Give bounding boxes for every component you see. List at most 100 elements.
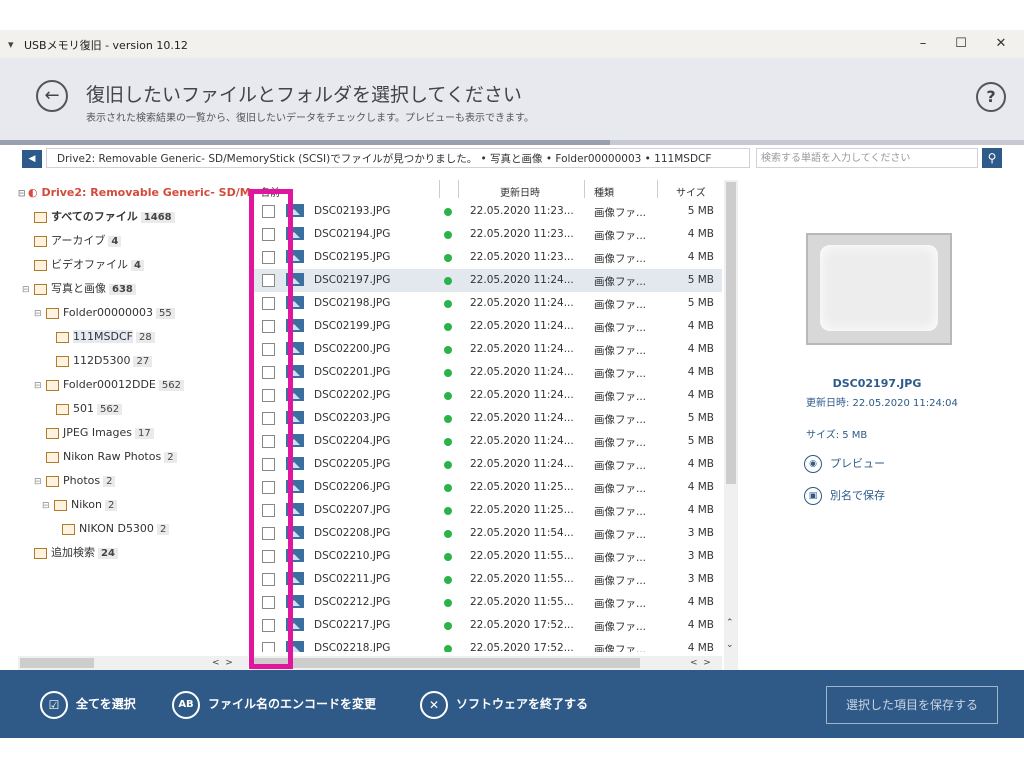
file-size: 5 MB xyxy=(687,297,714,309)
change-encoding-button[interactable]: AB ファイル名のエンコードを変更 xyxy=(172,690,376,719)
tree-item-folder00012dde[interactable]: ⊟ Folder00012DDE 562 xyxy=(34,376,184,394)
scroll-arrows-icon[interactable]: < > xyxy=(212,658,233,668)
select-all-button[interactable]: ☑ 全てを選択 xyxy=(40,690,136,719)
tree-item-111msdcf[interactable]: 111MSDCF 28 xyxy=(54,328,155,346)
maximize-button[interactable]: ☐ xyxy=(946,34,976,54)
scrollbar-thumb[interactable] xyxy=(254,658,640,668)
tree-item-additional-search[interactable]: 追加検索 24 xyxy=(32,544,118,562)
tree-item-jpeg-images[interactable]: JPEG Images 17 xyxy=(44,424,154,442)
file-kind: 画像ファ... xyxy=(594,575,647,587)
file-date: 22.05.2020 11:25... xyxy=(470,481,574,493)
folder-icon xyxy=(34,211,47,223)
tree-item-nikon[interactable]: ⊟ Nikon 2 xyxy=(42,496,118,515)
table-row[interactable]: DSC02208.JPG 22.05.2020 11:54... 画像ファ... 3 … xyxy=(252,522,722,545)
list-horizontal-scrollbar[interactable] xyxy=(252,656,722,670)
table-row[interactable]: DSC02203.JPG 22.05.2020 11:24... 画像ファ... 5 … xyxy=(252,407,722,430)
tree-item-folder00000003[interactable]: ⊟ Folder00000003 55 xyxy=(34,304,175,322)
table-row[interactable]: DSC02207.JPG 22.05.2020 11:25... 画像ファ... 4 … xyxy=(252,499,722,522)
column-date[interactable]: 更新日時 xyxy=(500,184,540,199)
save-selected-button[interactable]: 選択した項目を保存する xyxy=(826,686,998,724)
column-separator xyxy=(584,180,585,198)
file-name: DSC02210.JPG xyxy=(314,550,391,562)
table-row[interactable]: DSC02201.JPG 22.05.2020 11:24... 画像ファ... 4 … xyxy=(252,361,722,384)
drive-icon: ◐ xyxy=(28,186,42,199)
tree-item-photos[interactable]: ⊟ Photos 2 xyxy=(34,472,116,491)
list-vertical-scrollbar[interactable] xyxy=(724,180,738,670)
help-icon[interactable]: ? xyxy=(976,82,1006,112)
status-dot-icon xyxy=(444,277,452,285)
file-name: DSC02198.JPG xyxy=(314,297,391,309)
table-row[interactable]: DSC02206.JPG 22.05.2020 11:25... 画像ファ... 4 … xyxy=(252,476,722,499)
file-kind: 画像ファ... xyxy=(594,506,647,518)
tree-item-drive[interactable]: ⊟ ◐ Drive2: Removable Generic- SD/M xyxy=(18,184,251,202)
collapse-icon[interactable]: ⊟ xyxy=(34,305,44,323)
status-dot-icon xyxy=(444,208,452,216)
quit-button[interactable]: ✕ ソフトウェアを終了する xyxy=(420,690,588,719)
collapse-icon[interactable]: ⊟ xyxy=(34,473,44,491)
status-dot-icon xyxy=(444,484,452,492)
folder-icon xyxy=(34,283,47,295)
table-row[interactable]: DSC02200.JPG 22.05.2020 11:24... 画像ファ... 4 … xyxy=(252,338,722,361)
file-date: 22.05.2020 11:24... xyxy=(470,343,574,355)
preview-modified: 更新日時: 22.05.2020 11:24:04 xyxy=(806,398,958,409)
collapse-icon[interactable]: ⊟ xyxy=(22,281,32,299)
status-dot-icon xyxy=(444,300,452,308)
file-list: DSC02193.JPG 22.05.2020 11:23... 画像ファ... 5 … xyxy=(252,200,722,652)
table-row[interactable]: DSC02199.JPG 22.05.2020 11:24... 画像ファ... 4 … xyxy=(252,315,722,338)
collapse-icon[interactable]: ⊟ xyxy=(42,497,52,515)
preview-image-content xyxy=(820,245,938,331)
folder-icon xyxy=(56,403,69,415)
scrollbar-thumb[interactable] xyxy=(726,182,736,484)
close-button[interactable]: ✕ xyxy=(986,34,1016,54)
file-name: DSC02199.JPG xyxy=(314,320,391,332)
tree-item-video[interactable]: ビデオファイル 4 xyxy=(32,256,144,274)
tree-item-nikon-raw-photos[interactable]: Nikon Raw Photos 2 xyxy=(44,448,177,466)
column-kind[interactable]: 種類 xyxy=(594,184,614,199)
scrollbar-thumb[interactable] xyxy=(20,658,94,668)
search-icon[interactable]: ⚲ xyxy=(982,148,1002,168)
status-dot-icon xyxy=(444,369,452,377)
scroll-arrows-icon[interactable]: < > xyxy=(690,658,711,668)
table-row[interactable]: DSC02211.JPG 22.05.2020 11:55... 画像ファ... 3 … xyxy=(252,568,722,591)
file-size: 4 MB xyxy=(687,481,714,493)
file-kind: 画像ファ... xyxy=(594,460,647,472)
tree-item-501[interactable]: 501 562 xyxy=(54,400,123,418)
table-row[interactable]: DSC02204.JPG 22.05.2020 11:24... 画像ファ... 5 … xyxy=(252,430,722,453)
file-size: 4 MB xyxy=(687,389,714,401)
table-row[interactable]: DSC02198.JPG 22.05.2020 11:24... 画像ファ... 5 … xyxy=(252,292,722,315)
table-row[interactable]: DSC02202.JPG 22.05.2020 11:24... 画像ファ... 4 … xyxy=(252,384,722,407)
status-dot-icon xyxy=(444,645,452,652)
table-row[interactable]: DSC02194.JPG 22.05.2020 11:23... 画像ファ... 4 … xyxy=(252,223,722,246)
tree-item-112d5300[interactable]: 112D5300 27 xyxy=(54,352,153,370)
table-row[interactable]: DSC02193.JPG 22.05.2020 11:23... 画像ファ... 5 … xyxy=(252,200,722,223)
tree-item-archive[interactable]: アーカイブ 4 xyxy=(32,232,122,250)
table-row[interactable]: DSC02197.JPG 22.05.2020 11:24... 画像ファ... 5 … xyxy=(252,269,722,292)
back-arrow-icon[interactable]: ← xyxy=(36,80,68,112)
preview-button[interactable]: ◉ プレビュー xyxy=(804,454,885,474)
collapse-icon[interactable]: ⊟ xyxy=(34,377,44,395)
scroll-down-icon[interactable]: ⌄ xyxy=(726,640,734,650)
file-size: 4 MB xyxy=(687,504,714,516)
file-date: 22.05.2020 11:55... xyxy=(470,596,574,608)
tree-item-all-files[interactable]: すべてのファイル 1468 xyxy=(32,208,175,226)
table-row[interactable]: DSC02217.JPG 22.05.2020 17:52... 画像ファ... 4 … xyxy=(252,614,722,637)
search-input[interactable]: 検索する単語を入力してください xyxy=(756,148,978,168)
table-row[interactable]: DSC02195.JPG 22.05.2020 11:23... 画像ファ... 4 … xyxy=(252,246,722,269)
app-logo-icon: ▾ xyxy=(8,38,14,51)
minimize-button[interactable]: – xyxy=(908,34,938,54)
save-as-button[interactable]: ▣ 別名で保存 xyxy=(804,486,885,506)
table-row[interactable]: DSC02205.JPG 22.05.2020 11:24... 画像ファ... 4 … xyxy=(252,453,722,476)
table-row[interactable]: DSC02212.JPG 22.05.2020 11:55... 画像ファ... 4 … xyxy=(252,591,722,614)
table-row[interactable]: DSC02210.JPG 22.05.2020 11:55... 画像ファ... 3 … xyxy=(252,545,722,568)
collapse-icon[interactable]: ⊟ xyxy=(18,185,28,203)
path-back-button[interactable]: ◀ xyxy=(22,150,42,168)
column-size[interactable]: サイズ xyxy=(676,184,706,199)
table-row[interactable]: DSC02218.JPG 22.05.2020 17:52... 画像ファ... 4 … xyxy=(252,637,722,652)
tree-item-photos-images[interactable]: ⊟ 写真と画像 638 xyxy=(22,280,136,298)
file-size: 3 MB xyxy=(687,527,714,539)
scroll-up-icon[interactable]: ⌃ xyxy=(726,618,734,628)
save-as-label: 別名で保存 xyxy=(830,489,885,502)
file-date: 22.05.2020 11:55... xyxy=(470,550,574,562)
file-kind: 画像ファ... xyxy=(594,207,647,219)
tree-item-nikon-d5300[interactable]: NIKON D5300 2 xyxy=(60,520,170,538)
